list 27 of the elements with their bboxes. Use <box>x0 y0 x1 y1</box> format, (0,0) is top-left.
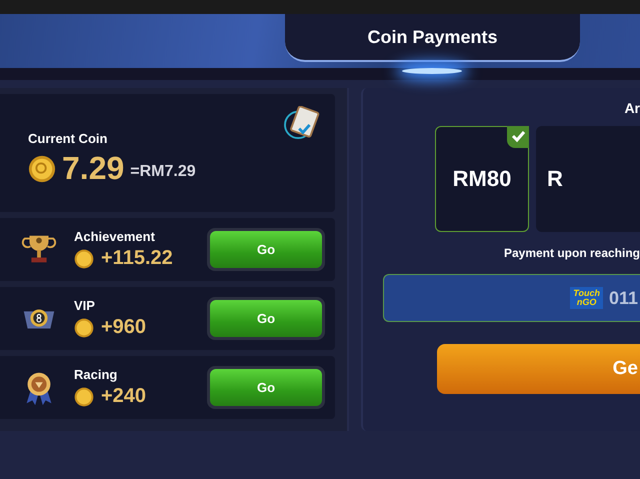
get-button[interactable]: Ge <box>437 344 640 394</box>
coin-amount: 7.29 <box>62 150 124 187</box>
check-icon <box>507 126 529 148</box>
coin-icon <box>74 318 94 338</box>
coin-equivalent: =RM7.29 <box>130 162 196 180</box>
payment-note: Payment upon reaching <box>504 246 640 260</box>
reward-name: Achievement <box>74 229 156 244</box>
go-button[interactable]: Go <box>210 369 322 406</box>
coin-icon <box>28 154 56 182</box>
reward-amount: +115.22 <box>101 247 173 270</box>
clipboard-check-icon[interactable] <box>283 106 321 140</box>
amount-option[interactable]: RM80 <box>435 126 529 232</box>
section-heading: Ar <box>624 100 640 116</box>
account-number: 011 <box>608 288 638 308</box>
go-button[interactable]: Go <box>210 300 322 337</box>
page-title: Coin Payments <box>367 26 498 48</box>
reward-amount: +960 <box>101 316 146 339</box>
coin-icon <box>74 248 94 268</box>
go-button[interactable]: Go <box>210 231 322 268</box>
coin-icon <box>74 386 94 406</box>
glow-light <box>402 68 462 74</box>
reward-name: VIP <box>74 298 96 313</box>
reward-amount: +240 <box>101 385 146 408</box>
reward-name: Racing <box>74 367 118 382</box>
current-coin-label: Current Coin <box>28 131 108 146</box>
wallet-logo: Touch nGO <box>570 287 603 309</box>
amount-option[interactable]: R <box>536 126 640 232</box>
